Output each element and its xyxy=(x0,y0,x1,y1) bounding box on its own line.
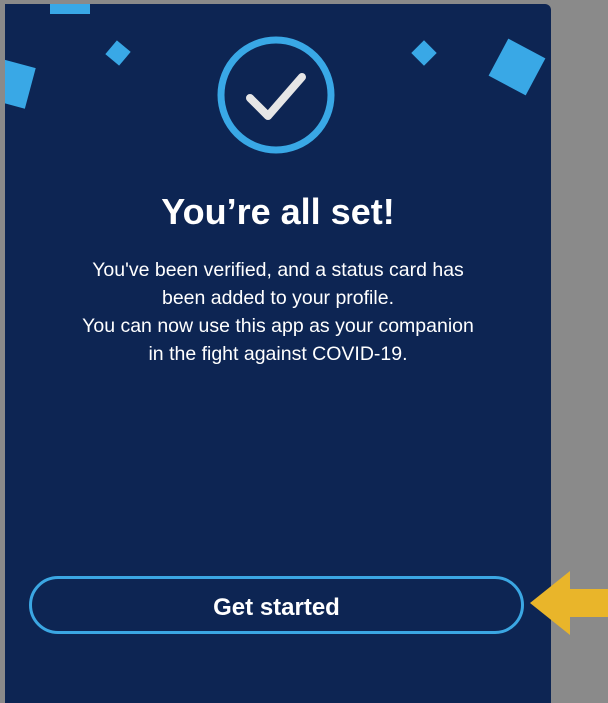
get-started-button[interactable]: Get started xyxy=(29,576,524,634)
page-title: You’re all set! xyxy=(161,191,395,232)
confetti-piece xyxy=(105,40,131,66)
confetti-piece xyxy=(50,4,90,14)
confetti-piece xyxy=(411,40,437,66)
verification-success-screen: You’re all set! You've been verified, an… xyxy=(5,4,551,703)
screenshot-stage: You’re all set! You've been verified, an… xyxy=(0,0,608,703)
confetti-piece xyxy=(5,57,36,109)
message-line: in the fight against COVID-19. xyxy=(148,343,408,365)
message-line: You can now use this app as your compani… xyxy=(82,315,474,337)
message-line: You've been verified, and a status card … xyxy=(92,259,464,281)
confetti-piece xyxy=(488,38,546,96)
arrow-left-icon xyxy=(530,571,608,635)
check-circle-icon xyxy=(217,36,335,154)
confirmation-message: You've been verified, and a status card … xyxy=(35,256,521,368)
message-line: been added to your profile. xyxy=(161,287,394,309)
